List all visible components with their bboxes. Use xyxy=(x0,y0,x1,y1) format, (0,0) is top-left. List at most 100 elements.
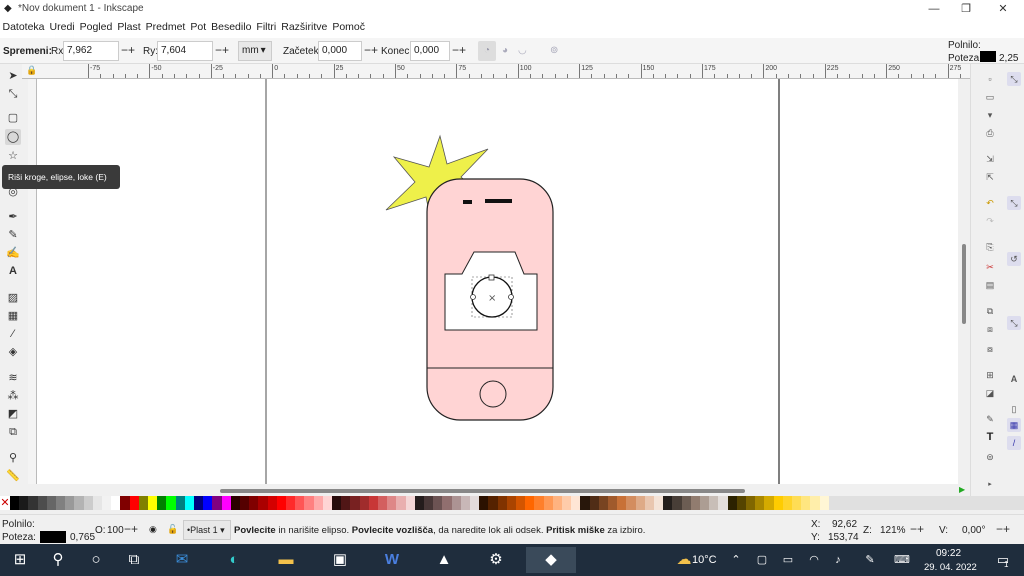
zoom-input[interactable]: 121% xyxy=(880,525,906,536)
layer-select[interactable]: •Plast 1 ▾ xyxy=(183,520,231,540)
color-swatch[interactable] xyxy=(562,496,572,510)
make-whole-icon[interactable]: ⊚ xyxy=(550,45,558,56)
color-swatch[interactable] xyxy=(672,496,682,510)
color-swatch[interactable] xyxy=(506,496,516,510)
edge-icon[interactable]: ◐ xyxy=(216,547,252,573)
import-icon[interactable]: ⇲ xyxy=(983,152,997,166)
cut-icon[interactable]: ✂ xyxy=(983,260,997,274)
color-swatch[interactable] xyxy=(184,496,194,510)
color-swatch[interactable] xyxy=(571,496,581,510)
color-swatch[interactable] xyxy=(755,496,765,510)
menu-filters[interactable]: Filtri xyxy=(254,18,279,36)
volume-icon[interactable]: ♪ xyxy=(828,547,848,573)
color-swatch[interactable] xyxy=(552,496,562,510)
open-icon[interactable]: ▭ xyxy=(983,90,997,104)
color-swatch[interactable] xyxy=(341,496,351,510)
color-swatch[interactable] xyxy=(368,496,378,510)
color-swatch[interactable] xyxy=(267,496,277,510)
search-icon[interactable]: ⚲ xyxy=(40,547,76,573)
rotation-input[interactable]: 0,00° xyxy=(962,525,985,536)
keyboard-icon[interactable]: ⌨ xyxy=(890,547,914,573)
color-swatch[interactable] xyxy=(203,496,213,510)
opacity-stepper[interactable]: −+ xyxy=(124,522,138,536)
vertical-scrollbar[interactable] xyxy=(958,79,970,484)
color-swatch[interactable] xyxy=(148,496,158,510)
color-swatch[interactable] xyxy=(801,496,811,510)
color-swatch[interactable] xyxy=(240,496,250,510)
menu-help[interactable]: Pomoč xyxy=(330,18,368,36)
vertical-scroll-thumb[interactable] xyxy=(962,244,966,324)
minimize-button[interactable]: — xyxy=(916,0,952,18)
color-swatch[interactable] xyxy=(451,496,461,510)
export-icon[interactable]: ⇱ xyxy=(983,170,997,184)
color-swatch[interactable] xyxy=(690,496,700,510)
snap-grid-icon[interactable]: ▦ xyxy=(1007,418,1021,432)
gradient-tool-icon[interactable]: ▨ xyxy=(5,290,21,306)
selector-icon[interactable]: ➤ xyxy=(5,68,21,84)
color-swatch[interactable] xyxy=(230,496,240,510)
duplicate-icon[interactable]: ⧉ xyxy=(983,304,997,318)
close-button[interactable]: ✕ xyxy=(985,0,1021,18)
layer-lock-icon[interactable]: 🔓 xyxy=(167,524,178,535)
color-swatch[interactable] xyxy=(736,496,746,510)
color-swatch[interactable] xyxy=(773,496,783,510)
clone-icon[interactable]: ⧈ xyxy=(983,322,997,336)
color-swatch[interactable] xyxy=(56,496,66,510)
color-swatch[interactable] xyxy=(488,496,498,510)
inkscape-taskbar-icon[interactable]: ◆ xyxy=(526,547,576,573)
color-swatch[interactable] xyxy=(175,496,185,510)
menu-extensions[interactable]: Razširitve xyxy=(279,18,330,36)
color-swatch[interactable] xyxy=(534,496,544,510)
menu-object[interactable]: Predmet xyxy=(143,18,188,36)
star-tool-icon[interactable]: ☆ xyxy=(5,148,21,164)
color-swatch[interactable] xyxy=(194,496,204,510)
calligraphy-tool-icon[interactable]: ✍ xyxy=(5,245,21,261)
new-document-icon[interactable]: ▫ xyxy=(983,72,997,86)
fill-stroke-icon[interactable]: ◪ xyxy=(983,386,997,400)
eraser-tool-icon[interactable]: ◩ xyxy=(5,406,21,422)
xml-editor-icon[interactable]: ✎ xyxy=(983,412,997,426)
color-swatch[interactable] xyxy=(516,496,526,510)
color-swatch[interactable] xyxy=(129,496,139,510)
color-swatch[interactable] xyxy=(322,496,332,510)
lock-guides-icon[interactable]: 🔒 xyxy=(26,65,37,76)
zoom-tool-icon[interactable]: ⚲ xyxy=(5,450,21,466)
text-tool-icon[interactable]: A xyxy=(5,263,21,279)
no-paint-swatch[interactable]: ✕ xyxy=(0,496,10,510)
task-view-icon[interactable]: ⧉ xyxy=(116,547,152,573)
color-swatch[interactable] xyxy=(74,496,84,510)
stroke-swatch[interactable] xyxy=(980,51,996,62)
color-swatch[interactable] xyxy=(414,496,424,510)
color-swatch[interactable] xyxy=(617,496,627,510)
horizontal-scrollbar[interactable]: ▶ xyxy=(0,484,970,496)
color-swatch[interactable] xyxy=(286,496,296,510)
snap-nodes-icon[interactable]: ⤡ xyxy=(1007,196,1021,210)
measure-tool-icon[interactable]: 📏 xyxy=(5,468,21,484)
color-swatch[interactable] xyxy=(663,496,673,510)
color-swatch[interactable] xyxy=(37,496,47,510)
color-swatch[interactable] xyxy=(28,496,38,510)
color-swatch[interactable] xyxy=(102,496,112,510)
color-swatch[interactable] xyxy=(727,496,737,510)
snap-text-icon[interactable]: A xyxy=(1007,372,1021,386)
paint-bucket-icon[interactable]: ◈ xyxy=(5,344,21,360)
clock-date[interactable]: 29. 04. 2022 xyxy=(924,562,977,573)
snap-path-icon[interactable]: ↺ xyxy=(1007,252,1021,266)
color-swatch[interactable] xyxy=(442,496,452,510)
color-swatch[interactable] xyxy=(157,496,167,510)
layer-visibility-icon[interactable]: ◉ xyxy=(149,524,157,535)
expand-icon[interactable]: ▶ xyxy=(959,485,965,494)
notification-icon[interactable]: ▭ xyxy=(988,547,1018,573)
color-swatch[interactable] xyxy=(19,496,29,510)
rx-input[interactable]: 7,962 xyxy=(63,41,119,61)
start-input[interactable]: 0,000 xyxy=(318,41,362,61)
end-input[interactable]: 0,000 xyxy=(410,41,450,61)
color-swatch[interactable] xyxy=(424,496,434,510)
more-icon[interactable]: ▸ xyxy=(983,478,997,492)
color-swatch[interactable] xyxy=(819,496,829,510)
paste-icon[interactable]: ▤ xyxy=(983,278,997,292)
segment-icon[interactable]: ◕ xyxy=(502,45,508,56)
tray-chevron-icon[interactable]: ⌃ xyxy=(726,547,746,573)
cortana-icon[interactable]: ○ xyxy=(78,547,114,573)
whole-ellipse-button[interactable]: ◔ xyxy=(478,41,496,61)
